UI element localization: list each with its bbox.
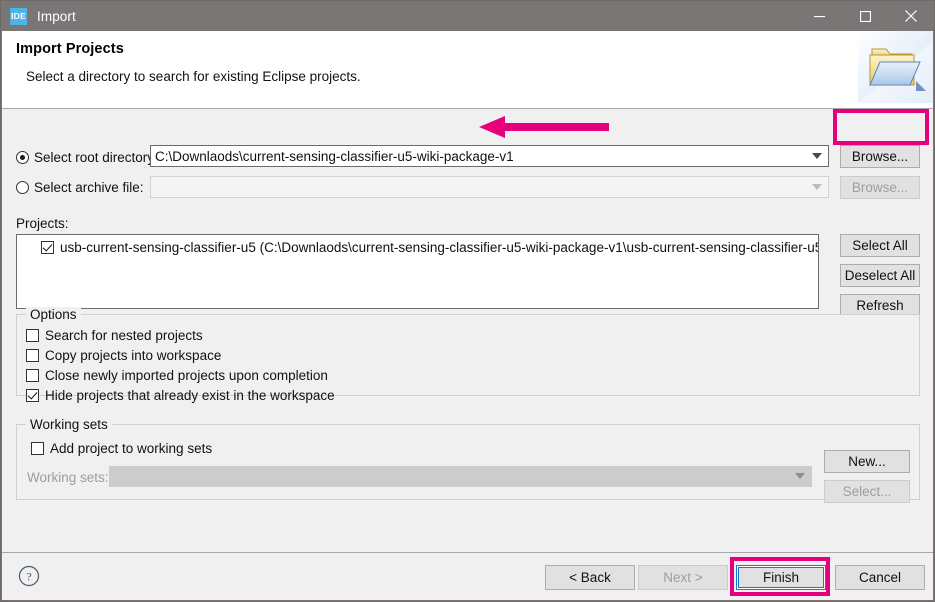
cancel-button[interactable]: Cancel: [835, 565, 925, 590]
select-archive-file-radio[interactable]: Select archive file:: [16, 180, 144, 195]
project-checkbox[interactable]: [41, 241, 54, 254]
working-sets-field: [109, 466, 812, 487]
option-label-hide-existing: Hide projects that already exist in the …: [45, 388, 335, 403]
dialog-content: Import Projects Select a directory to se…: [2, 31, 933, 600]
maximize-icon[interactable]: [842, 1, 888, 31]
options-group: Options Search for nested projects Copy …: [16, 307, 920, 403]
option-label-copy-into-workspace: Copy projects into workspace: [45, 348, 222, 363]
option-label-search-nested: Search for nested projects: [45, 328, 203, 343]
title-bar: IDE Import: [1, 1, 934, 31]
archive-file-combo: [150, 176, 829, 198]
browse-archive-button: Browse...: [840, 176, 920, 199]
working-sets-field-label: Working sets:: [27, 470, 109, 485]
project-name: usb-current-sensing-classifier-u5 (C:\Do…: [60, 240, 819, 255]
chevron-down-icon-archive: [806, 183, 828, 191]
chevron-down-icon-working-sets: [789, 473, 811, 480]
select-root-directory-label: Select root directory:: [34, 150, 158, 165]
browse-root-button[interactable]: Browse...: [840, 145, 920, 168]
checkbox-add-to-working-sets[interactable]: [31, 442, 44, 455]
window-controls: [796, 1, 934, 31]
projects-listbox[interactable]: usb-current-sensing-classifier-u5 (C:\Do…: [16, 234, 819, 309]
working-sets-group-title: Working sets: [26, 417, 112, 432]
import-dialog-window: IDE Import Import Projects Select a dire…: [0, 0, 935, 602]
checkbox-copy-into-workspace[interactable]: [26, 349, 39, 362]
page-description: Select a directory to search for existin…: [26, 69, 361, 84]
dialog-body: Select root directory: C:\Downlaods\curr…: [2, 109, 933, 600]
working-sets-group: Working sets Add project to working sets…: [16, 417, 920, 500]
add-to-working-sets-row[interactable]: Add project to working sets: [31, 441, 212, 456]
checkbox-search-nested[interactable]: [26, 329, 39, 342]
root-directory-value[interactable]: C:\Downlaods\current-sensing-classifier-…: [151, 149, 806, 164]
list-item[interactable]: usb-current-sensing-classifier-u5 (C:\Do…: [17, 235, 818, 255]
checkbox-hide-existing[interactable]: [26, 389, 39, 402]
select-root-directory-radio[interactable]: Select root directory:: [16, 150, 158, 165]
option-copy-into-workspace[interactable]: Copy projects into workspace: [26, 348, 221, 363]
page-title: Import Projects: [16, 41, 124, 57]
checkbox-close-imported[interactable]: [26, 369, 39, 382]
dialog-footer: ? < Back Next > Finish Cancel: [2, 552, 933, 600]
window-title: Import: [37, 8, 76, 24]
select-all-button[interactable]: Select All: [840, 234, 920, 257]
close-icon[interactable]: [888, 1, 934, 31]
option-search-nested[interactable]: Search for nested projects: [26, 328, 203, 343]
back-button[interactable]: < Back: [545, 565, 635, 590]
root-directory-combo[interactable]: C:\Downlaods\current-sensing-classifier-…: [150, 145, 829, 167]
help-icon[interactable]: ?: [18, 565, 40, 587]
select-working-set-button: Select...: [824, 480, 910, 503]
new-working-set-button[interactable]: New...: [824, 450, 910, 473]
options-group-title: Options: [26, 307, 81, 322]
radio-indicator-root-directory: [16, 151, 29, 164]
chevron-down-icon-root[interactable]: [806, 152, 828, 160]
projects-label: Projects:: [16, 216, 69, 231]
import-folder-icon: [858, 31, 933, 103]
next-button: Next >: [638, 565, 728, 590]
minimize-icon[interactable]: [796, 1, 842, 31]
svg-text:?: ?: [26, 570, 31, 584]
add-to-working-sets-label: Add project to working sets: [50, 441, 213, 456]
option-label-close-imported: Close newly imported projects upon compl…: [45, 368, 328, 383]
finish-button[interactable]: Finish: [736, 565, 826, 590]
radio-indicator-archive-file: [16, 181, 29, 194]
app-icon: IDE: [10, 7, 27, 25]
page-header: Import Projects Select a directory to se…: [2, 31, 933, 109]
select-archive-file-label: Select archive file:: [34, 180, 144, 195]
option-hide-existing[interactable]: Hide projects that already exist in the …: [26, 388, 335, 403]
option-close-imported[interactable]: Close newly imported projects upon compl…: [26, 368, 328, 383]
deselect-all-button[interactable]: Deselect All: [840, 264, 920, 287]
